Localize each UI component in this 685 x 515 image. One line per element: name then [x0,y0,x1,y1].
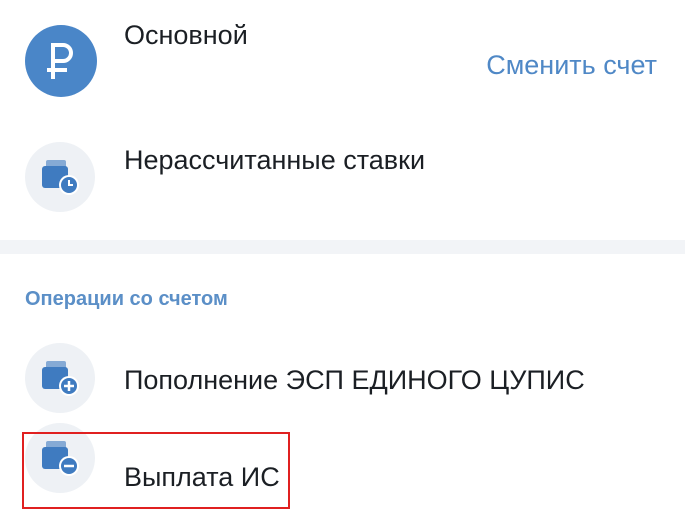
unsettled-bets-label: Нерассчитанные ставки [124,145,426,175]
operations-section-title: Операции со счетом [25,288,228,310]
wallet-clock-icon [25,142,95,212]
wallet-plus-icon [25,343,95,413]
unsettled-bets-row[interactable]: Нерассчитанные ставки [0,0,685,240]
highlight-frame [22,432,290,509]
section-divider [0,240,685,254]
operation-label: Пополнение ЭСП ЕДИНОГО ЦУПИС [124,365,585,395]
